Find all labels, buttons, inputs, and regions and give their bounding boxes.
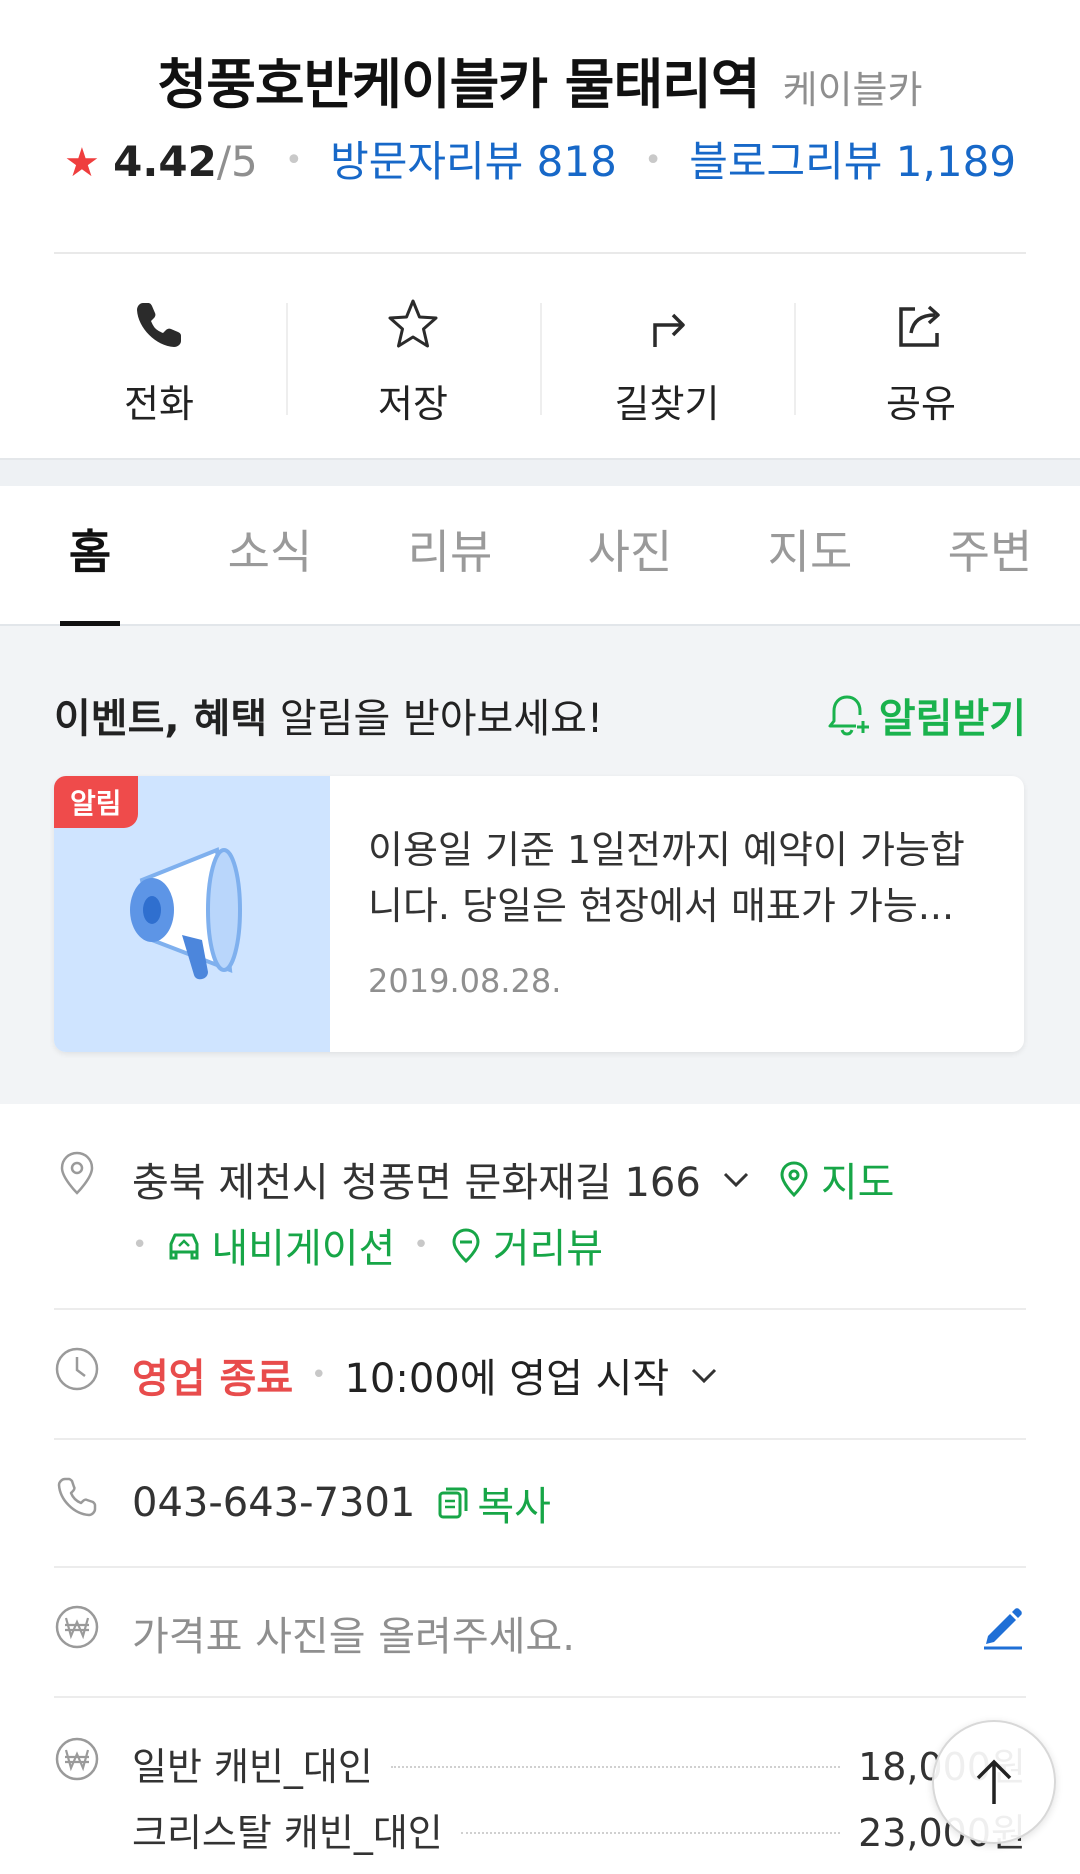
visitor-reviews-link[interactable]: 방문자리뷰 818 <box>330 137 617 186</box>
tab-photos[interactable]: 사진 <box>540 486 720 624</box>
notification-section: 이벤트, 혜택 알림을 받아보세요! 알림받기 알림 이용일 기준 1일전까지 … <box>0 626 1080 1104</box>
scroll-to-top-button[interactable] <box>932 1720 1056 1844</box>
share-button[interactable]: 공유 <box>794 255 1048 455</box>
row-divider <box>54 1566 1026 1568</box>
notification-card[interactable]: 알림 이용일 기준 1일전까지 예약이 가능합니다. 당일은 현장에서 매표가 … <box>54 776 1024 1052</box>
action-bar: 전화 저장 길찾기 공유 <box>32 255 1048 455</box>
separator-dot: • <box>644 143 662 178</box>
clock-icon <box>55 1347 99 1391</box>
tab-bar: 홈 소식 리뷰 사진 지도 주변 <box>0 486 1080 626</box>
copy-phone-button[interactable]: 복사 <box>435 1474 551 1532</box>
navigation-link[interactable]: 내비게이션 <box>165 1216 395 1274</box>
action-label: 전화 <box>124 382 194 426</box>
title-row: 청풍호반케이블카 물태리역 케이블카 <box>0 40 1080 119</box>
subscribe-notification-button[interactable]: 알림받기 <box>823 686 1026 744</box>
tab-map[interactable]: 지도 <box>720 486 900 624</box>
subscribe-label: 알림받기 <box>878 696 1026 742</box>
place-name: 청풍호반케이블카 물태리역 <box>157 53 761 116</box>
rating-value: 4.42 <box>113 137 217 186</box>
address-text[interactable]: 충북 제천시 청풍면 문화재길 166 <box>132 1150 701 1208</box>
tab-news[interactable]: 소식 <box>180 486 360 624</box>
street-view-label: 거리뷰 <box>492 1226 604 1272</box>
price-item-name: 크리스탈 캐빈_대인 <box>132 1811 443 1855</box>
navigation-label: 내비게이션 <box>211 1226 396 1272</box>
phone-number[interactable]: 043-643-7301 <box>132 1480 415 1526</box>
bell-plus-icon <box>828 695 869 736</box>
section-separator <box>0 458 1080 486</box>
price-dots <box>390 1765 841 1768</box>
notification-thumbnail: 알림 <box>54 776 330 1052</box>
address-actions: • 내비게이션 • 거리뷰 <box>132 1216 603 1274</box>
address-line: 충북 제천시 청풍면 문화재길 166 지도 <box>132 1150 894 1208</box>
separator-dot: • <box>132 1230 148 1260</box>
notification-date: 2019.08.28. <box>368 962 562 1000</box>
phone-row: 043-643-7301 복사 <box>54 1474 1026 1534</box>
rating-row: ★ 4.42/5 • 방문자리뷰 818 • 블로그리뷰 1,189 <box>0 128 1080 189</box>
rating-max: /5 <box>216 137 258 186</box>
won-icon <box>55 1605 99 1649</box>
map-pin-icon <box>780 1161 808 1198</box>
business-status: 영업 종료 <box>132 1356 294 1402</box>
hours-text: 영업 종료 • 10:00에 영업 시작 <box>132 1346 721 1404</box>
chevron-down-icon[interactable] <box>719 1162 753 1196</box>
phone-icon <box>137 303 181 347</box>
price-dots <box>460 1831 841 1834</box>
map-link-label: 지도 <box>820 1160 895 1206</box>
price-item: 일반 캐빈_대인 18,000원 <box>132 1736 1026 1791</box>
phone-outline-icon <box>57 1477 97 1517</box>
price-upload-row: 가격표 사진을 올려주세요. <box>54 1604 1026 1664</box>
action-label: 길찾기 <box>614 382 720 426</box>
row-divider <box>54 1308 1026 1310</box>
tab-reviews[interactable]: 리뷰 <box>360 486 540 624</box>
separator-dot: • <box>311 1360 327 1390</box>
price-item: 크리스탈 캐빈_대인 23,000원 <box>132 1802 1026 1857</box>
blog-reviews-link[interactable]: 블로그리뷰 1,189 <box>689 137 1016 186</box>
location-pin-icon <box>60 1151 94 1195</box>
header-divider <box>54 252 1026 254</box>
separator-dot: • <box>285 143 303 178</box>
arrow-up-icon <box>976 1759 1012 1804</box>
row-divider <box>54 1438 1026 1440</box>
price-item-name: 일반 캐빈_대인 <box>132 1745 373 1789</box>
notification-text: 이용일 기준 1일전까지 예약이 가능합니다. 당일은 현장에서 매표가 가능.… <box>368 828 965 928</box>
save-button[interactable]: 저장 <box>286 255 540 455</box>
notification-header: 이벤트, 혜택 알림을 받아보세요! 알림받기 <box>54 686 1026 744</box>
street-view-icon <box>452 1228 480 1264</box>
chevron-down-icon[interactable] <box>687 1358 721 1392</box>
phone-line: 043-643-7301 복사 <box>132 1474 551 1532</box>
tab-home[interactable]: 홈 <box>0 486 180 626</box>
directions-icon <box>653 313 685 347</box>
rating-star-icon: ★ <box>63 140 100 186</box>
notification-title-bold: 이벤트, 혜택 <box>54 696 268 742</box>
notification-title-rest: 알림을 받아보세요! <box>267 696 603 742</box>
notification-badge: 알림 <box>54 776 138 828</box>
car-icon <box>169 1233 199 1260</box>
action-label: 공유 <box>886 382 956 426</box>
directions-button[interactable]: 길찾기 <box>540 255 794 455</box>
tab-nearby[interactable]: 주변 <box>900 486 1080 624</box>
copy-label: 복사 <box>477 1484 551 1530</box>
megaphone-icon <box>130 847 242 980</box>
price-list: 일반 캐빈_대인 18,000원 크리스탈 캐빈_대인 23,000원 <box>54 1736 1026 1874</box>
share-icon <box>899 305 940 347</box>
place-header: 청풍호반케이블카 물태리역 케이블카 ★ 4.42/5 • 방문자리뷰 818 … <box>0 0 1080 250</box>
address-row: 충북 제천시 청풍면 문화재길 166 지도 • 내비게이션 • 거리뷰 <box>54 1150 1026 1280</box>
street-view-link[interactable]: 거리뷰 <box>447 1216 603 1274</box>
pencil-icon[interactable] <box>980 1604 1026 1650</box>
row-divider <box>54 1696 1026 1698</box>
action-label: 저장 <box>378 382 448 426</box>
star-icon <box>388 299 438 348</box>
copy-icon <box>438 1487 468 1519</box>
notification-title: 이벤트, 혜택 알림을 받아보세요! <box>54 686 603 744</box>
next-open-time: 10:00에 영업 시작 <box>344 1356 670 1402</box>
price-upload-prompt: 가격표 사진을 올려주세요. <box>132 1614 575 1660</box>
place-category: 케이블카 <box>782 68 923 112</box>
call-button[interactable]: 전화 <box>32 255 286 455</box>
map-link[interactable]: 지도 <box>775 1150 895 1208</box>
won-icon <box>55 1737 99 1781</box>
separator-dot: • <box>413 1230 429 1260</box>
business-hours-row[interactable]: 영업 종료 • 10:00에 영업 시작 <box>54 1346 1026 1406</box>
